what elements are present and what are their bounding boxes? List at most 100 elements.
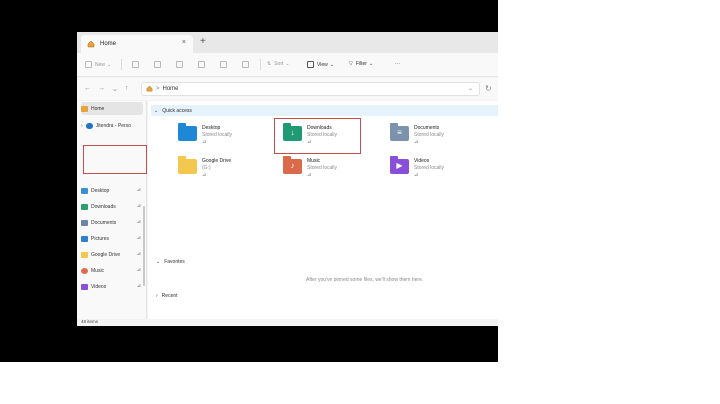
home-icon xyxy=(81,105,88,112)
cut-button[interactable] xyxy=(132,61,142,68)
folder-status: Stored locally xyxy=(202,132,233,138)
sidebar-item-label: Downloads xyxy=(91,203,116,210)
folder-name: Desktop xyxy=(202,125,221,131)
highlight-box-downloads xyxy=(274,118,361,154)
delete-button[interactable] xyxy=(242,61,252,68)
chevron-down-icon: ⌄ xyxy=(329,61,334,68)
recent-header[interactable]: › Recent xyxy=(156,293,178,299)
sidebar-item-label: Documents xyxy=(91,219,117,226)
chevron-down-icon: ⌄ xyxy=(156,259,161,265)
favorites-label: Favorites xyxy=(164,259,185,265)
share-button[interactable] xyxy=(220,61,230,68)
folder-music[interactable]: ♪ Music Stored locally ⊿ xyxy=(283,156,379,186)
home-icon xyxy=(87,40,95,48)
folder-videos[interactable]: ▶ Videos Stored locally ⊿ xyxy=(390,156,486,186)
file-explorer-window: Home × + New ⌄ ⇅ Sort ⌄ View ⌄ ▽ Filter … xyxy=(77,32,498,326)
new-label: New xyxy=(95,61,106,68)
filter-label: Filter xyxy=(355,61,367,67)
refresh-button[interactable]: ↻ xyxy=(485,84,492,93)
breadcrumb[interactable]: Home xyxy=(163,86,179,92)
sidebar-item-desktop[interactable]: Desktop ⊿ xyxy=(81,184,143,197)
address-bar[interactable]: > Home ⌄ xyxy=(141,82,480,96)
desktop-folder-icon xyxy=(178,123,197,141)
pin-icon: ⊿ xyxy=(136,203,141,209)
favorites-header[interactable]: ⌄ Favorites xyxy=(156,259,185,265)
view-icon xyxy=(307,61,314,68)
pin-icon: ⊿ xyxy=(414,139,419,145)
close-tab-icon[interactable]: × xyxy=(182,39,186,46)
downloads-icon xyxy=(81,203,88,210)
quick-access-label: Quick access xyxy=(162,107,192,114)
sort-label: Sort xyxy=(274,61,284,67)
sidebar-item-pictures[interactable]: Pictures ⊿ xyxy=(81,232,143,245)
up-button[interactable]: ↑ xyxy=(125,85,129,92)
sidebar-item-label: Videos xyxy=(91,283,107,290)
sidebar-scrollbar[interactable] xyxy=(143,206,145,286)
sidebar-item-label: Google Drive xyxy=(91,251,121,258)
paste-button[interactable] xyxy=(176,61,186,68)
sort-button[interactable]: ⇅ Sort ⌄ xyxy=(267,61,290,67)
folder-status: Stored locally xyxy=(307,165,338,171)
copy-icon xyxy=(154,61,161,68)
chevron-right-icon: › xyxy=(81,122,83,129)
sidebar-item-music[interactable]: Music ⊿ xyxy=(81,264,143,277)
sidebar-item-downloads[interactable]: Downloads ⊿ xyxy=(81,200,143,213)
pin-icon: ⊿ xyxy=(136,267,141,273)
delete-icon xyxy=(242,61,249,68)
rename-button[interactable] xyxy=(198,61,208,68)
google-drive-folder-icon xyxy=(178,156,197,174)
folder-status: Stored locally xyxy=(414,165,445,171)
command-bar: New ⌄ ⇅ Sort ⌄ View ⌄ ▽ Filter ⌄ ··· xyxy=(77,53,498,77)
videos-icon xyxy=(81,283,88,290)
new-button[interactable]: New ⌄ xyxy=(85,61,111,68)
breadcrumb-separator: > xyxy=(156,86,160,92)
highlight-box-desktop xyxy=(83,145,147,174)
pin-icon: ⊿ xyxy=(136,219,141,225)
pin-icon: ⊿ xyxy=(136,235,141,241)
chevron-down-icon: ⌄ xyxy=(107,61,112,68)
folder-desktop[interactable]: Desktop Stored locally ⊿ xyxy=(178,123,274,153)
pin-icon: ⊿ xyxy=(136,283,141,289)
pin-icon: ⊿ xyxy=(136,251,141,257)
sidebar-item-documents[interactable]: Documents ⊿ xyxy=(81,216,143,229)
view-button[interactable]: View ⌄ xyxy=(307,61,334,68)
tab-home[interactable]: Home × xyxy=(81,35,193,53)
pin-icon: ⊿ xyxy=(202,172,207,178)
pin-icon: ⊿ xyxy=(414,172,419,178)
folder-google-drive[interactable]: Google Drive (G:) ⊿ xyxy=(178,156,274,186)
sidebar-item-label: Home xyxy=(91,105,105,112)
folder-name: Videos xyxy=(414,158,430,164)
forward-button[interactable]: → xyxy=(98,85,105,92)
sidebar-item-onedrive[interactable]: › Jitendra - Perso xyxy=(81,119,143,132)
view-label: View xyxy=(317,61,328,68)
quick-access-header[interactable]: ⌄ Quick access xyxy=(151,105,498,116)
pin-icon: ⊿ xyxy=(307,172,312,178)
recent-locations-button[interactable]: ⌄ xyxy=(112,85,118,93)
sidebar-item-google-drive[interactable]: Google Drive ⊿ xyxy=(81,248,143,261)
back-button[interactable]: ← xyxy=(84,85,91,92)
folder-name: Documents xyxy=(414,125,440,131)
paste-icon xyxy=(176,61,183,68)
pin-icon: ⊿ xyxy=(202,139,207,145)
documents-folder-icon: ≡ xyxy=(390,123,409,141)
navigation-pane: Home › Jitendra - Perso Desktop ⊿ Downlo… xyxy=(77,101,147,326)
videos-folder-icon: ▶ xyxy=(390,156,409,174)
more-options-button[interactable]: ··· xyxy=(395,61,400,67)
pictures-icon xyxy=(81,235,88,242)
folder-status: Stored locally xyxy=(414,132,445,138)
divider xyxy=(260,59,261,70)
rename-icon xyxy=(198,61,205,68)
filter-button[interactable]: ▽ Filter ⌄ xyxy=(349,61,373,67)
documents-icon xyxy=(81,219,88,226)
share-icon xyxy=(220,61,227,68)
sidebar-item-label: Pictures xyxy=(91,235,110,242)
chevron-right-icon: › xyxy=(156,293,158,299)
filter-icon: ▽ xyxy=(349,61,353,67)
folder-documents[interactable]: ≡ Documents Stored locally ⊿ xyxy=(390,123,486,153)
sidebar-item-label: Jitendra - Perso xyxy=(95,122,131,129)
sidebar-item-videos[interactable]: Videos ⊿ xyxy=(81,280,143,293)
sidebar-item-home[interactable]: Home xyxy=(81,102,143,115)
copy-button[interactable] xyxy=(154,61,164,68)
address-dropdown-icon[interactable]: ⌄ xyxy=(468,85,473,92)
new-tab-button[interactable]: + xyxy=(200,36,206,47)
